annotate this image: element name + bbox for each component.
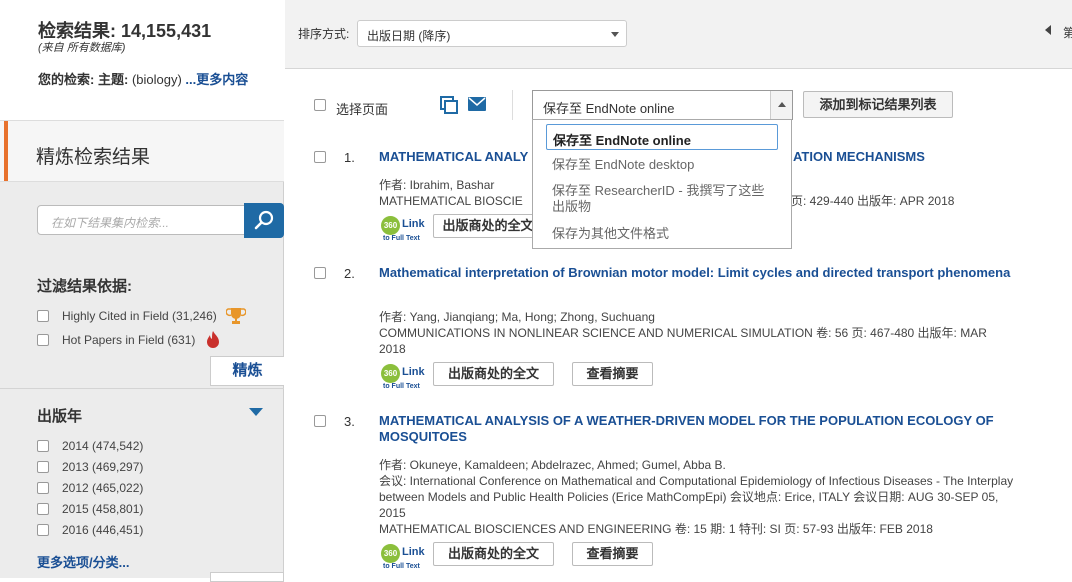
result-checkbox[interactable] (314, 151, 326, 163)
result-number: 1. (344, 150, 355, 165)
year-refine-button[interactable] (210, 572, 284, 582)
link360-label: Link (402, 218, 425, 230)
sort-bar: 排序方式: 出版日期 (降序) 第 (285, 0, 1072, 69)
result-number: 2. (344, 266, 355, 281)
dropdown-option-endnote-online[interactable]: 保存至 EndNote online (546, 124, 778, 150)
result-conference: 会议: International Conference on Mathemat… (379, 474, 1014, 488)
view-abstract-button[interactable]: 查看摘要 (572, 362, 653, 386)
save-to-select[interactable]: 保存至 EndNote online (532, 90, 793, 120)
result-checkbox[interactable] (314, 415, 326, 427)
refine-results-header: 精炼检索结果 (0, 120, 284, 182)
year-label: 2012 (465,022) (62, 481, 144, 495)
sort-select[interactable]: 出版日期 (降序) (357, 20, 627, 47)
results-count: 14,155,431 (121, 21, 212, 41)
year-checkbox[interactable] (37, 524, 49, 536)
refine-search-input[interactable]: 在如下结果集内检索... (37, 205, 246, 235)
results-summary: 检索结果: 14,155,431 (来自 所有数据库) 您的检索: 主题: (b… (0, 0, 284, 120)
previous-page-icon[interactable] (1045, 25, 1051, 35)
link360-button[interactable]: 360 Link to Full Text (381, 364, 431, 392)
print-icon[interactable] (440, 96, 458, 114)
link360-label: Link (402, 366, 425, 378)
link360-icon: 360 (381, 364, 400, 383)
result-checkbox[interactable] (314, 267, 326, 279)
more-content-link[interactable]: ...更多内容 (185, 72, 248, 87)
dropdown-option-other-formats[interactable]: 保存为其他文件格式 (552, 226, 669, 241)
save-options-dropdown: 保存至 EndNote online 保存至 EndNote desktop 保… (532, 119, 792, 249)
filter-hot-papers-label: Hot Papers in Field (631) (62, 333, 196, 347)
more-options-link[interactable]: 更多选项/分类... (37, 552, 129, 571)
filter-highly-cited-checkbox[interactable] (37, 310, 49, 322)
your-search: 您的检索: 主题: (biology) ...更多内容 (38, 72, 263, 87)
result-authors: 作者: Okuneye, Kamaldeen; Abdelrazec, Ahme… (379, 458, 726, 472)
link360-button[interactable]: 360 Link to Full Text (381, 216, 431, 244)
refine-results-title: 精炼检索结果 (36, 147, 151, 168)
year-label: 2014 (474,542) (62, 439, 144, 453)
result-source: MATHEMATICAL BIOSCIENCES AND ENGINEERING… (379, 522, 933, 536)
result-source: MATHEMATICAL BIOSCIE (379, 194, 523, 208)
link360-label: Link (402, 546, 425, 558)
filter-hot-papers-checkbox[interactable] (37, 334, 49, 346)
refine-button[interactable]: 精炼 (210, 356, 284, 386)
view-abstract-button[interactable]: 查看摘要 (572, 542, 653, 566)
flame-icon (207, 331, 219, 348)
select-page-label: 选择页面 (336, 102, 389, 117)
publisher-fulltext-button[interactable]: 出版商处的全文 (433, 214, 543, 238)
chevron-down-icon[interactable] (249, 408, 263, 416)
result-conference-cont: between Models and Public Health Policie… (379, 490, 999, 504)
link360-sublabel: to Full Text (383, 235, 420, 242)
result-authors: 作者: Ibrahim, Bashar (379, 178, 495, 192)
results-source: (来自 所有数据库) (38, 42, 126, 54)
year-checkbox[interactable] (37, 461, 49, 473)
result-title-tail[interactable]: ATION MECHANISMS (793, 149, 953, 165)
add-to-marked-list-button[interactable]: 添加到标记结果列表 (803, 91, 953, 118)
filter-highly-cited-label: Highly Cited in Field (31,246) (62, 309, 217, 323)
year-label: 2015 (458,801) (62, 502, 144, 516)
result-source: COMMUNICATIONS IN NONLINEAR SCIENCE AND … (379, 326, 987, 340)
chevron-down-icon (611, 32, 619, 37)
year-checkbox[interactable] (37, 440, 49, 452)
chevron-up-icon[interactable] (770, 91, 792, 119)
publisher-fulltext-button[interactable]: 出版商处的全文 (433, 362, 554, 386)
year-label: 2016 (446,451) (62, 523, 144, 537)
year-checkbox[interactable] (37, 503, 49, 515)
sort-label: 排序方式: (298, 27, 350, 41)
link360-button[interactable]: 360 Link to Full Text (381, 544, 431, 572)
result-number: 3. (344, 414, 355, 429)
dropdown-option-researcherid-cont[interactable]: 出版物 (552, 199, 591, 214)
result-source-tail: 页: 429-440 出版年: APR 2018 (791, 194, 955, 208)
search-icon (254, 210, 274, 230)
trophy-icon (226, 308, 246, 324)
sidebar: 检索结果: 14,155,431 (来自 所有数据库) 您的检索: 主题: (b… (0, 0, 284, 582)
link360-sublabel: to Full Text (383, 383, 420, 390)
publication-year-facet: 出版年 2014 (474,542) 2013 (469,297) 2012 (… (0, 388, 284, 582)
result-conference-year: 2015 (379, 506, 406, 520)
link360-sublabel: to Full Text (383, 563, 420, 570)
result-authors: 作者: Yang, Jianqiang; Ma, Hong; Zhong, Su… (379, 310, 655, 324)
refine-search-button[interactable] (244, 203, 284, 238)
year-checkbox[interactable] (37, 482, 49, 494)
topic-label: 主题: (97, 72, 129, 87)
save-to-select-value: 保存至 EndNote online (543, 101, 675, 116)
result-title[interactable]: MATHEMATICAL ANALY (379, 149, 529, 165)
sort-select-value: 出版日期 (降序) (367, 29, 451, 43)
accent-bar (4, 121, 8, 181)
dropdown-option-endnote-desktop[interactable]: 保存至 EndNote desktop (552, 157, 694, 172)
result-title[interactable]: Mathematical interpretation of Brownian … (379, 265, 1044, 281)
result-source-cont: 2018 (379, 342, 406, 356)
search-query: (biology) (131, 72, 182, 87)
toolbar-divider (512, 90, 513, 120)
year-facet-title: 出版年 (37, 408, 83, 425)
your-search-label: 您的检索: (38, 72, 95, 87)
email-icon[interactable] (468, 97, 486, 111)
select-page-checkbox[interactable] (314, 99, 326, 111)
page-number-label: 第 (1063, 26, 1072, 40)
results-title-label: 检索结果: (38, 21, 116, 41)
year-label: 2013 (469,297) (62, 460, 144, 474)
dropdown-option-researcherid[interactable]: 保存至 ResearcherID - 我撰写了这些 (552, 183, 764, 198)
publisher-fulltext-button[interactable]: 出版商处的全文 (433, 542, 554, 566)
result-title[interactable]: MATHEMATICAL ANALYSIS OF A WEATHER-DRIVE… (379, 413, 1044, 445)
link360-icon: 360 (381, 544, 400, 563)
link360-icon: 360 (381, 216, 400, 235)
filter-title: 过滤结果依据: (37, 278, 132, 295)
